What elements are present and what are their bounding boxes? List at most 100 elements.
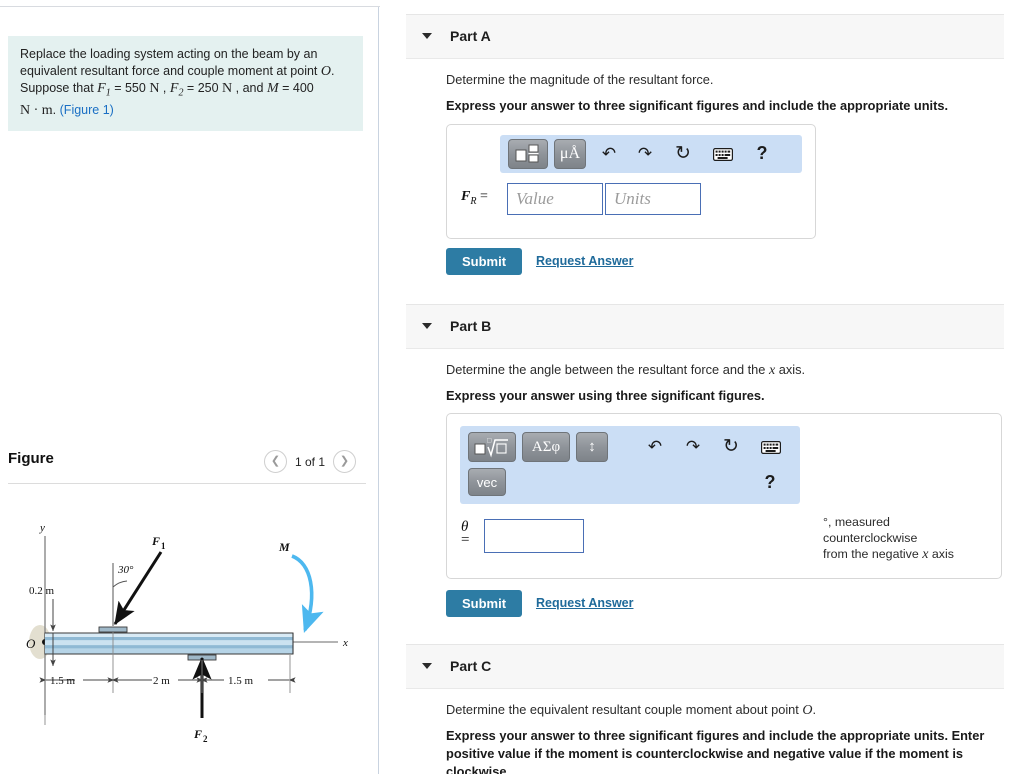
point-o-var: O <box>802 703 813 718</box>
f1-label: F <box>151 534 160 548</box>
svg-text:□: □ <box>487 437 492 445</box>
caret-down-icon[interactable] <box>422 33 432 39</box>
reset-icon[interactable]: ↻ <box>720 434 742 458</box>
undo-icon[interactable]: ↶ <box>644 436 666 458</box>
part-c-instruction-line-2: positive value if the moment is counterc… <box>446 746 963 761</box>
point-o-symbol: O <box>320 64 332 79</box>
dim-label-1: 1.5 m <box>50 675 76 687</box>
part-b-submit-button[interactable]: Submit <box>446 590 522 617</box>
note-line-3-post: axis <box>931 547 954 561</box>
f2-unit: N <box>222 81 233 96</box>
part-c-header[interactable]: Part C <box>406 644 1004 689</box>
help-glyph: ? <box>756 142 768 163</box>
note-line-1: °, measured <box>823 515 890 529</box>
fr-equals: = <box>479 189 488 204</box>
redo-icon[interactable]: ↷ <box>634 143 656 165</box>
part-b-request-answer-link[interactable]: Request Answer <box>536 596 633 610</box>
fr-symbol: F <box>461 189 471 204</box>
part-b-instruction: Express your answer using three signific… <box>446 388 765 403</box>
and-text: , and <box>235 81 264 95</box>
theta-equals: = <box>461 532 470 548</box>
problem-line-3: Suppose that F1 = 550 N , F2 = 250 N , a… <box>20 81 314 99</box>
beam-diagram-svg: y x O F 1 30° 0.2 m F 2 M 1.5 m 2 m 1.5 … <box>26 522 348 744</box>
greek-symbols-icon[interactable]: ΑΣφ <box>522 432 570 462</box>
help-icon[interactable]: ? <box>752 141 772 165</box>
help-glyph: ? <box>764 471 776 492</box>
keyboard-icon[interactable] <box>710 144 736 164</box>
dim-label-3: 1.5 m <box>228 675 254 687</box>
problem-line-1: Replace the loading system acting on the… <box>20 47 318 61</box>
beam-body <box>44 632 294 655</box>
part-c-question: Determine the equivalent resultant coupl… <box>446 701 816 719</box>
f1-sublabel: 1 <box>161 541 166 551</box>
page-root: Replace the loading system acting on the… <box>0 0 1024 774</box>
part-a-units-input[interactable] <box>605 183 701 215</box>
part-b-answer-box: □ ΑΣφ ↕ vec ↶ ↷ ↻ ? θ = °, measured coun… <box>446 413 1002 579</box>
part-a-header[interactable]: Part A <box>406 14 1004 59</box>
redo-icon[interactable]: ↷ <box>682 436 704 458</box>
part-a-label: Part A <box>450 28 491 44</box>
dimension-row: 1.5 m 2 m 1.5 m <box>39 675 296 687</box>
greek-glyph: ΑΣφ <box>531 438 561 455</box>
f1-value: = 550 <box>114 81 146 95</box>
vector-icon[interactable]: vec <box>468 468 506 496</box>
moment-label: M <box>278 540 290 554</box>
fr-subscript: R <box>470 195 477 207</box>
part-a-value-input[interactable] <box>507 183 603 215</box>
keyboard-icon[interactable] <box>758 437 784 457</box>
angle-label: 30° <box>117 564 134 576</box>
part-b-value-input[interactable] <box>484 519 584 553</box>
f1-load-pad <box>98 626 128 633</box>
keyboard-glyph <box>713 147 733 161</box>
part-a-answer-box: μÅ ↶ ↷ ↻ ? FR = Value Units <box>446 124 816 239</box>
caret-down-icon[interactable] <box>422 323 432 329</box>
x-axis-var: x <box>768 363 776 378</box>
figure-header: Figure ❮ 1 of 1 ❯ <box>0 440 378 485</box>
moment-arrow <box>291 554 324 634</box>
m-unit: N · m <box>20 102 53 118</box>
figure-title: Figure <box>8 450 54 467</box>
vec-glyph: vec <box>476 474 498 490</box>
template-icon[interactable] <box>508 139 548 169</box>
f2-sublabel: 2 <box>203 734 208 744</box>
radical-template-icon[interactable]: □ <box>468 432 516 462</box>
part-b-theta-label: θ = <box>461 520 470 548</box>
undo-icon[interactable]: ↶ <box>598 143 620 165</box>
part-a-instruction: Express your answer to three significant… <box>446 98 949 113</box>
origin-label: O <box>26 636 36 651</box>
figure-navigation: ❮ 1 of 1 ❯ <box>263 450 356 473</box>
template-glyph <box>515 144 539 163</box>
updown-glyph: ↕ <box>588 438 596 455</box>
part-a-toolbar: μÅ ↶ ↷ ↻ ? <box>500 135 802 173</box>
chevron-right-icon[interactable]: ❯ <box>333 450 356 473</box>
part-a-request-answer-link[interactable]: Request Answer <box>536 254 633 268</box>
problem-statement: Replace the loading system acting on the… <box>8 36 363 131</box>
part-a-submit-button[interactable]: Submit <box>446 248 522 275</box>
part-b-label: Part B <box>450 318 492 334</box>
part-b-question-pre: Determine the angle between the resultan… <box>446 362 766 377</box>
f1-subscript: 1 <box>105 87 111 99</box>
units-glyph: μÅ <box>559 145 581 162</box>
note-line-3-pre: from the negative <box>823 547 919 561</box>
part-b-header[interactable]: Part B <box>406 304 1004 349</box>
caret-down-icon[interactable] <box>422 663 432 669</box>
suppose-text: Suppose that <box>20 81 94 95</box>
problem-line-2-text: equivalent resultant force and couple mo… <box>20 64 318 78</box>
part-b-question-post: axis. <box>778 362 806 377</box>
part-c-question-pre: Determine the equivalent resultant coupl… <box>446 702 799 717</box>
reset-icon[interactable]: ↻ <box>672 141 694 165</box>
m-symbol: M <box>266 81 279 96</box>
figure-1-link[interactable]: (Figure 1) <box>60 103 114 117</box>
part-b-question: Determine the angle between the resultan… <box>446 361 805 379</box>
part-b-angle-note: °, measured counterclockwise from the ne… <box>823 514 1003 563</box>
y-axis-label: y <box>39 522 45 534</box>
x-axis-label: x <box>342 637 348 649</box>
beam-diagram: y x O F 1 30° 0.2 m F 2 M 1.5 m 2 m 1.5 … <box>0 493 378 774</box>
help-icon[interactable]: ? <box>760 470 780 494</box>
units-icon[interactable]: μÅ <box>554 139 586 169</box>
part-a-question: Determine the magnitude of the resultant… <box>446 72 714 87</box>
offset-label: 0.2 m <box>29 585 55 597</box>
chevron-left-icon[interactable]: ❮ <box>263 450 287 473</box>
arrows-updown-icon[interactable]: ↕ <box>576 432 608 462</box>
part-c-label: Part C <box>450 658 492 674</box>
